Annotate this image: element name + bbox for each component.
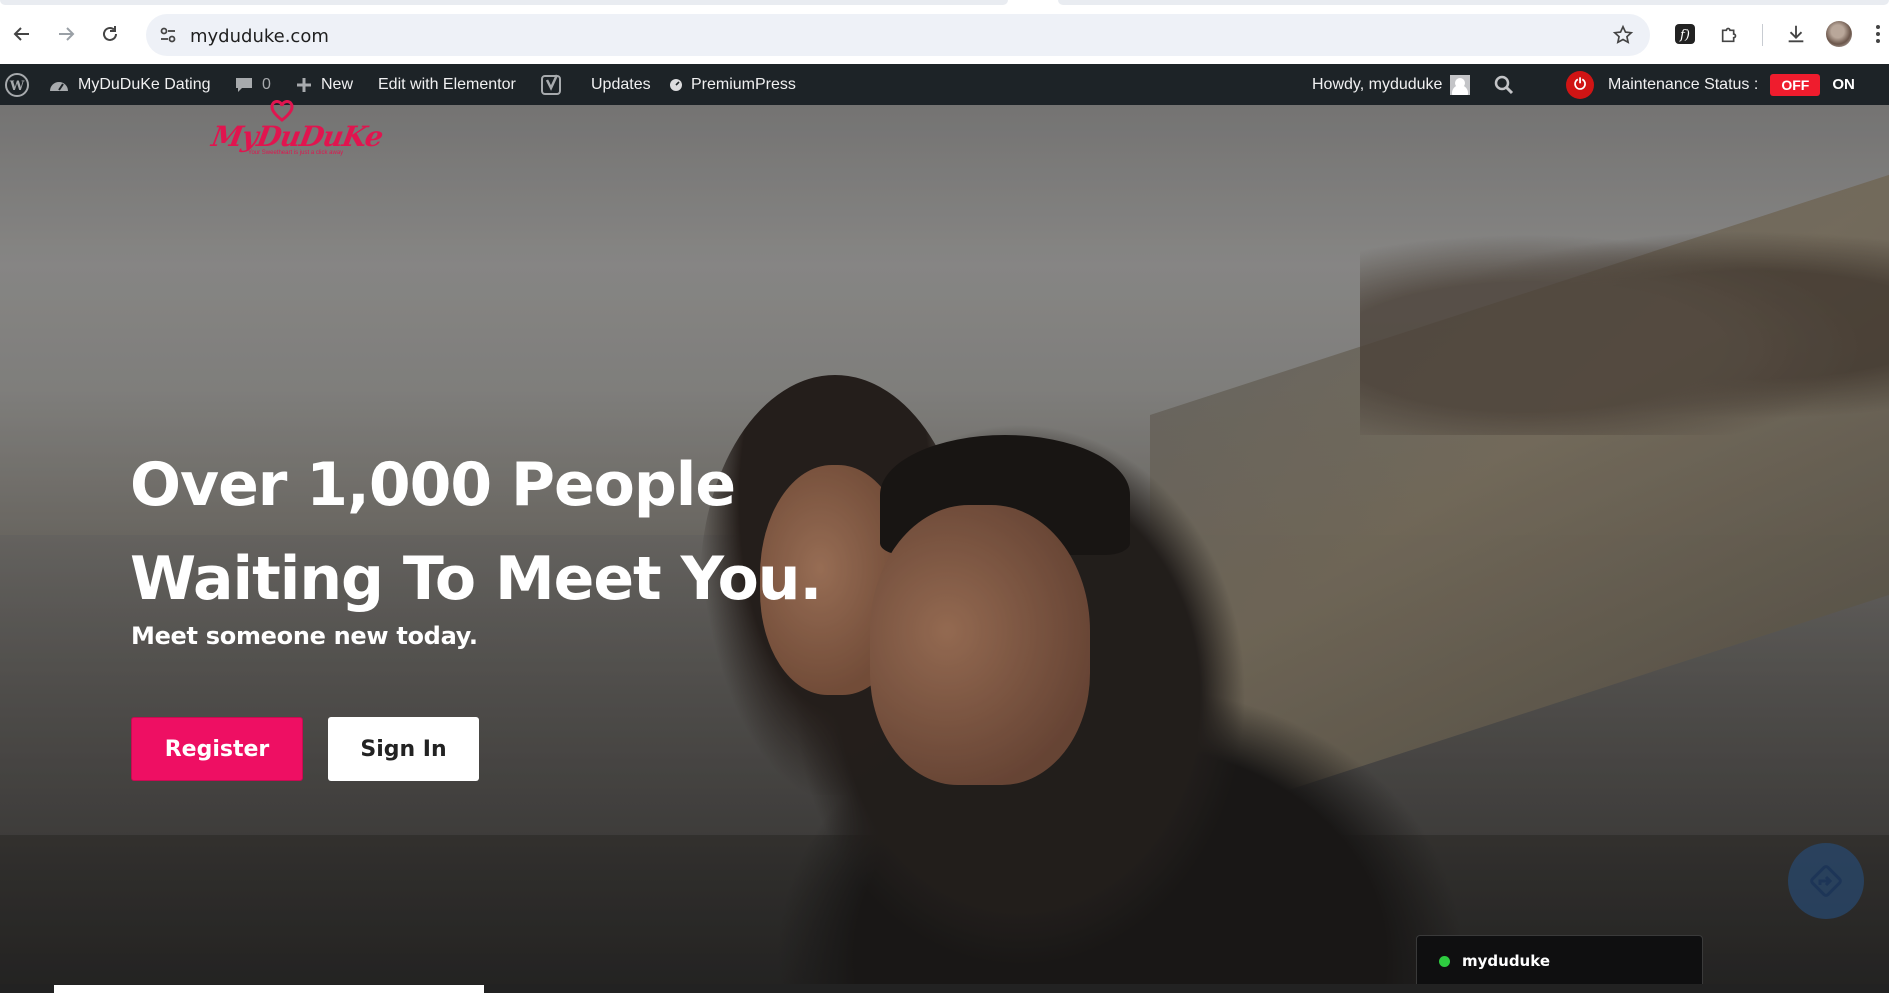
hero-subheadline: Meet someone new today.: [131, 622, 478, 650]
yoast-y-icon: [541, 73, 563, 97]
yoast-seo-menu[interactable]: [541, 64, 563, 105]
address-bar[interactable]: myduduke.com: [146, 14, 1650, 56]
downloads-icon[interactable]: [1782, 20, 1810, 48]
logo-wordmark: MyDuDuKe: [209, 120, 385, 153]
logo-tagline: Your Sweetheart is just a click away: [248, 150, 344, 156]
sign-in-button[interactable]: Sign In: [328, 717, 479, 781]
updates-label: Updates: [591, 75, 651, 93]
extension-fx-icon[interactable]: f): [1671, 20, 1699, 48]
tab-strip-edge: [1058, 0, 1889, 5]
bottom-panel-edge: [54, 985, 484, 993]
arrow-right-icon: [59, 27, 75, 41]
plus-icon: [295, 76, 313, 94]
power-icon: ⏻: [1566, 70, 1594, 99]
updates-link[interactable]: Updates: [591, 64, 651, 105]
user-avatar: [1450, 74, 1471, 95]
bookmark-star-icon[interactable]: [1612, 24, 1634, 51]
maintenance-off-badge[interactable]: OFF: [1770, 73, 1821, 96]
site-settings-icon[interactable]: [158, 25, 178, 50]
reload-button[interactable]: [96, 20, 124, 48]
toolbar-divider: [1762, 24, 1763, 46]
forward-button[interactable]: [52, 20, 80, 48]
svg-text:f): f): [1679, 28, 1690, 43]
site-name-menu[interactable]: MyDuDuKe Dating: [48, 64, 211, 105]
hero-headline: Over 1,000 People Waiting To Meet You.: [130, 438, 890, 626]
chat-username: myduduke: [1462, 952, 1550, 970]
admin-search-button[interactable]: [1494, 64, 1514, 105]
url-text[interactable]: myduduke.com: [190, 26, 329, 47]
browser-menu-icon[interactable]: [1872, 20, 1884, 48]
new-content-menu[interactable]: New: [295, 64, 353, 105]
arrow-left-icon: [13, 27, 29, 41]
search-icon: [1494, 75, 1514, 95]
edit-with-elementor-link[interactable]: Edit with Elementor: [378, 64, 516, 105]
directions-fab[interactable]: [1788, 843, 1864, 919]
browser-toolbar: myduduke.com f): [0, 0, 1889, 64]
elementor-label: Edit with Elementor: [378, 75, 516, 93]
wp-admin-bar: W MyDuDuKe Dating 0 New Edit with Elemen…: [0, 64, 1889, 105]
directions-icon: [1810, 865, 1842, 897]
comment-bubble-icon: [234, 75, 254, 95]
extensions-puzzle-icon[interactable]: [1716, 20, 1744, 48]
new-label: New: [321, 75, 354, 93]
comments-menu[interactable]: 0: [234, 64, 271, 105]
profile-avatar[interactable]: [1826, 21, 1852, 47]
site-logo[interactable]: MyDuDuKe Your Sweetheart is just a click…: [209, 100, 385, 162]
heart-icon: [270, 100, 294, 122]
register-button[interactable]: Register: [131, 717, 303, 781]
reload-icon: [103, 26, 117, 41]
svg-text:W: W: [9, 79, 25, 94]
site-name-label: MyDuDuKe Dating: [78, 75, 211, 93]
my-account-menu[interactable]: Howdy, myduduke: [1312, 64, 1471, 105]
howdy-label: Howdy, myduduke: [1312, 75, 1443, 93]
online-status-dot: [1439, 955, 1450, 967]
wordpress-logo-icon: W: [4, 72, 30, 98]
maintenance-status-label: Maintenance Status :: [1608, 75, 1759, 93]
maintenance-toggle[interactable]: ⏻ Maintenance Status : OFF ON: [1566, 64, 1855, 105]
premiumpress-gauge-icon: [669, 78, 683, 92]
comments-count: 0: [262, 75, 271, 93]
wp-logo-menu[interactable]: W: [4, 64, 30, 105]
dashboard-gauge-icon: [48, 75, 70, 95]
premiumpress-label: PremiumPress: [691, 75, 796, 93]
headline-line-1: Over 1,000 People: [130, 450, 736, 520]
back-button[interactable]: [8, 20, 36, 48]
tab-strip-edge: [0, 0, 1008, 5]
premiumpress-menu[interactable]: PremiumPress: [669, 64, 796, 105]
headline-line-2: Waiting To Meet You.: [130, 544, 822, 614]
maintenance-on-label[interactable]: ON: [1832, 76, 1855, 93]
chat-widget[interactable]: myduduke: [1416, 935, 1703, 987]
